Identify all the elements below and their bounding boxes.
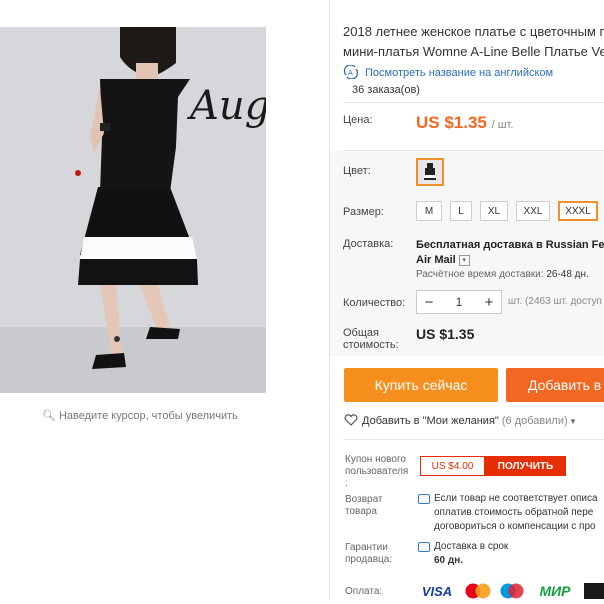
product-main-image[interactable]: Aug [0,27,266,393]
size-option-xl[interactable]: XL [480,201,508,221]
price-label: Цена: [343,114,373,126]
size-label: Размер: [343,206,384,218]
product-title: 2018 летнее женское платье с цветочным п… [343,22,604,62]
size-option-m[interactable]: M [416,201,442,221]
title-separator [343,102,604,103]
returns-text-line3: договориться о компенсации с про [434,521,596,532]
returns-label: Возврат товара [345,494,383,518]
coupon-label-line3: : [345,478,348,489]
quantity-stepper[interactable]: − 1 + [416,290,502,314]
wishlist-link[interactable]: Добавить в "Мои желания" (6 добавили) ▾ [344,414,575,427]
add-to-cart-button[interactable]: Добавить в [506,368,604,402]
seller-guarantee-label-line2: продавца: [345,554,393,565]
mastercard-logo [462,583,494,599]
size-option-xxxl[interactable]: XXXL [558,201,598,221]
price: US $1.35 / шт. [416,113,513,133]
payment-label: Оплата: [345,586,383,597]
shipping-method[interactable]: Бесплатная доставка в Russian Fede Air M… [416,238,604,268]
returns-label-line1: Возврат [345,494,383,505]
chevron-down-icon[interactable]: ▾ [571,416,576,426]
zoom-hint: 🔍︎ Наведите курсор, чтобы увеличить [42,409,238,422]
color-swatch[interactable] [416,158,444,186]
wishlist-count: (6 добавили) [501,415,568,427]
returns-text: Если товар не соответствует описа оплати… [434,492,598,534]
shipping-estimate-label: Расчётное время доставки: [416,269,544,280]
shipping-label: Доставка: [343,238,394,250]
translate-icon: A [343,64,359,80]
magnifier-icon: 🔍︎ [42,410,56,422]
buy-now-button[interactable]: Купить сейчас [344,368,498,402]
visa-logo: VISA [421,583,453,599]
get-coupon-button[interactable]: ПОЛУЧИТЬ [485,456,566,476]
actions-separator [343,439,604,440]
quantity-decrement-button[interactable]: − [417,294,441,311]
price-value: US $1.35 [416,113,487,132]
seller-guarantee-text-line2: 60 дн. [434,555,464,566]
coupon-label-line2: пользователя [345,466,409,477]
product-title-line2: мини-платья Womne A-Line Belle Платье Ve [343,44,604,59]
seller-guarantee-text: Доставка в срок 60 дн. [434,540,508,568]
seller-guarantee-text-line1: Доставка в срок [434,541,509,552]
coupon-label-line1: Купон нового [345,454,406,465]
translate-link[interactable]: A Посмотреть название на английском [343,64,553,80]
seller-guarantee-label-line1: Гарантии [345,542,388,553]
quantity-increment-button[interactable]: + [477,294,501,311]
returns-label-line2: товара [345,506,377,517]
orders-count: 36 заказа(ов) [352,84,420,96]
wishlist-text[interactable]: Добавить в "Мои желания" [362,415,499,427]
coupon-label: Купон нового пользователя : [345,454,408,490]
heart-icon [344,414,358,426]
size-option-xxl[interactable]: XXL [516,201,550,221]
returns-text-line1: Если товар не соответствует описа [434,493,598,504]
quantity-label: Количество: [343,297,406,309]
photo-wall-text: Aug [186,83,266,129]
card-logo [584,583,604,599]
total-label: Общая стоимость: [343,327,399,351]
translate-link-text[interactable]: Посмотреть название на английском [365,67,553,79]
mir-logo: МИР [539,583,571,599]
coupon-value: US $4.00 [420,456,485,476]
total-price: US $1.35 [416,326,475,342]
seller-guarantee-label: Гарантии продавца: [345,542,392,566]
returns-icon [418,494,430,504]
shipping-estimate: Расчётное время доставки: 26-48 дн. [416,269,589,280]
maestro-logo [498,583,526,599]
product-title-line1: 2018 летнее женское платье с цветочным п [343,24,604,39]
total-label-line2: стоимость: [343,339,399,351]
zoom-hint-text: Наведите курсор, чтобы увеличить [58,410,238,422]
shipping-method-line2: Air Mail [416,254,456,266]
total-label-line1: Общая [343,327,379,339]
calendar-icon [418,542,430,552]
svg-text:A: A [348,69,353,77]
size-option-l[interactable]: L [450,201,472,221]
returns-text-line2: оплатив стоимость обратной пере [434,507,594,518]
shipping-method-line1: Бесплатная доставка в Russian Fede [416,239,604,251]
price-unit: / шт. [491,119,514,131]
stock-available: шт. (2463 шт. доступ [508,296,602,307]
color-label: Цвет: [343,165,371,177]
shipping-estimate-value: 26-48 дн. [546,269,589,280]
chevron-down-icon[interactable]: ▾ [458,254,470,266]
quantity-input[interactable]: 1 [441,295,477,309]
